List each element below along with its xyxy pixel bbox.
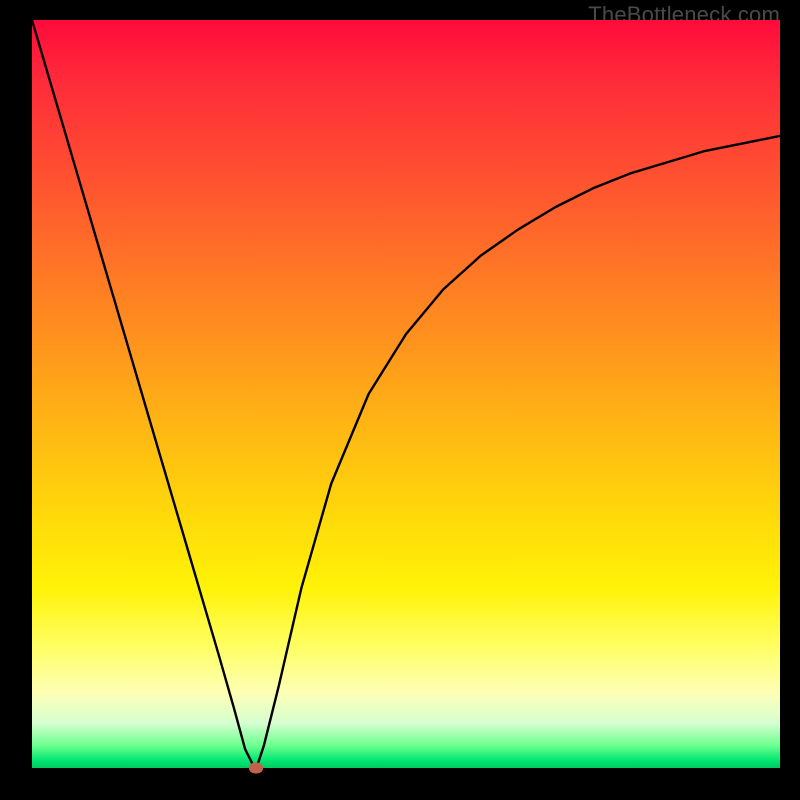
curve-right-branch: [256, 136, 780, 768]
curve-left-branch: [32, 20, 256, 768]
optimal-point-marker: [249, 763, 263, 774]
plot-area: [32, 20, 780, 768]
chart-frame: TheBottleneck.com: [0, 0, 800, 800]
bottleneck-curve: [32, 20, 780, 768]
